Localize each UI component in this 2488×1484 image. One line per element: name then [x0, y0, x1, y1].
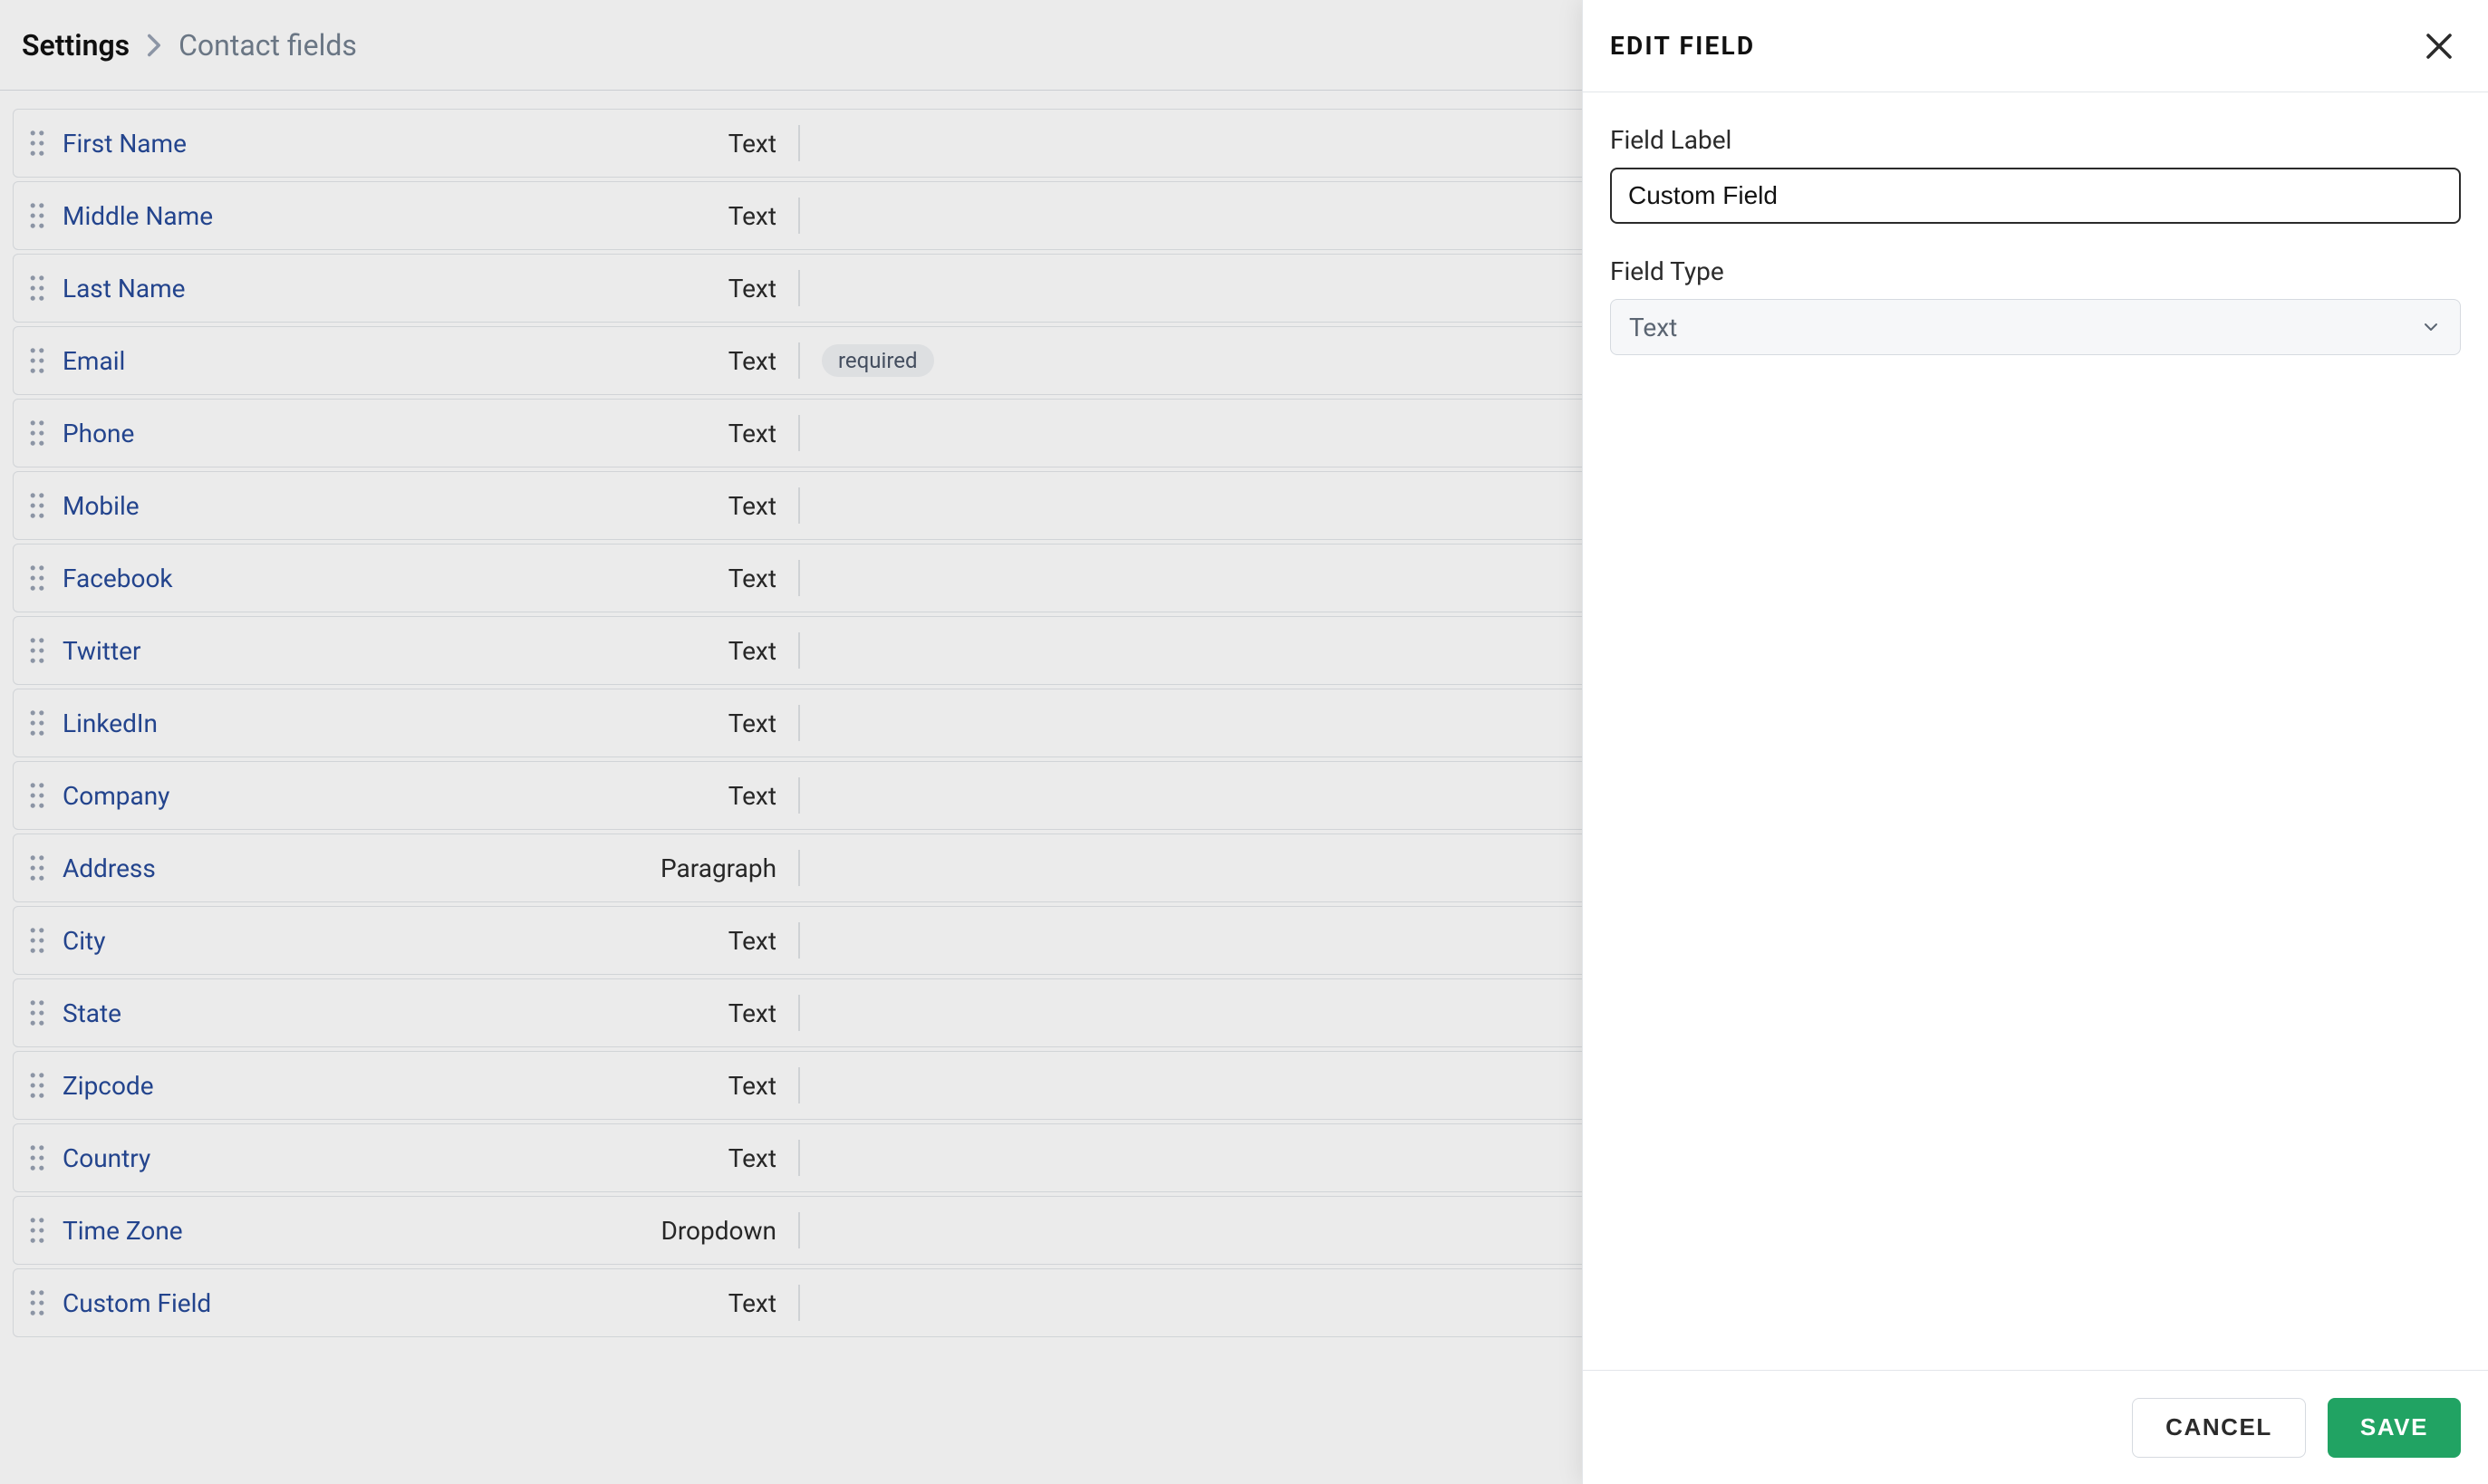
- field-label-label: Field Label: [1610, 125, 2461, 155]
- page-root: Settings Contact fields First NameTextMi…: [0, 0, 2488, 1484]
- panel-body: Field Label Field Type Text: [1583, 92, 2488, 1370]
- field-type-value: Text: [1629, 313, 2420, 342]
- panel-title: EDIT FIELD: [1610, 31, 1755, 61]
- cancel-button[interactable]: CANCEL: [2132, 1398, 2306, 1458]
- field-type-label: Field Type: [1610, 256, 2461, 286]
- field-type-select: Text: [1610, 299, 2461, 355]
- panel-footer: CANCEL SAVE: [1583, 1370, 2488, 1484]
- chevron-down-icon: [2420, 316, 2442, 338]
- save-button[interactable]: SAVE: [2328, 1398, 2461, 1458]
- close-icon[interactable]: [2417, 24, 2461, 68]
- edit-field-panel: EDIT FIELD Field Label Field Type Text: [1582, 0, 2488, 1484]
- field-label-input[interactable]: [1610, 168, 2461, 224]
- form-group-type: Field Type Text: [1610, 256, 2461, 355]
- panel-header: EDIT FIELD: [1583, 0, 2488, 92]
- form-group-label: Field Label: [1610, 125, 2461, 224]
